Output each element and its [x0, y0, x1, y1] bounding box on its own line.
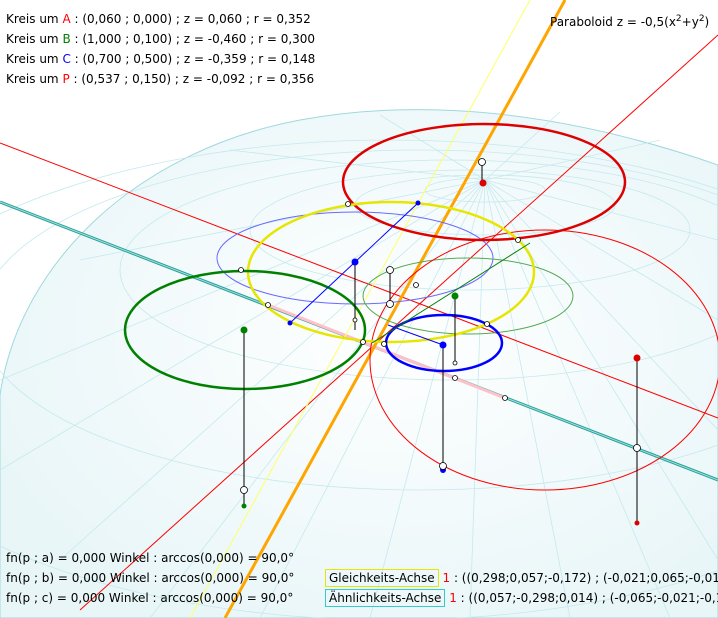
point-red-right	[633, 354, 641, 362]
aehnlichkeits-achse-label: Ähnlichkeits-Achse	[325, 589, 446, 607]
gleichkeits-achse-label: Gleichkeits-Achse	[325, 569, 439, 587]
circle-info-B: Kreis um B : (1,000 ; 0,100) ; z = -0,46…	[6, 32, 315, 46]
point-blue-top	[415, 200, 421, 206]
paraboloid-text-y: +y	[681, 15, 699, 29]
point-label-A: A	[62, 12, 71, 26]
diagram-svg	[0, 0, 718, 618]
point-green-center	[451, 292, 459, 300]
circle-info-A: Kreis um A : (0,060 ; 0,000) ; z = 0,060…	[6, 12, 311, 26]
aehnlichkeits-achse-row: Ähnlichkeits-Achse 1 : ((0,057;-0,298;0,…	[325, 589, 718, 607]
fn-line-b: fn(p ; b) = 0,000 Winkel : arccos(0,000)…	[6, 571, 295, 585]
point-label-P: P	[62, 72, 70, 86]
circle-info-prefix: Kreis um	[6, 12, 63, 26]
paraboloid-surface	[0, 109, 718, 618]
point-P-top	[479, 179, 487, 187]
point-B	[240, 326, 248, 334]
circle-info-C: Kreis um C : (0,700 ; 0,500) ; z = -0,35…	[6, 52, 315, 66]
fn-line-a: fn(p ; a) = 0,000 Winkel : arccos(0,000)…	[6, 551, 295, 565]
paraboloid-close-paren: )	[704, 15, 710, 29]
geometry-canvas: Kreis um A : (0,060 ; 0,000) ; z = 0,060…	[0, 0, 718, 618]
gleichkeits-achse-row: Gleichkeits-Achse 1 : ((0,298;0,057;-0,1…	[325, 569, 718, 587]
point-blue-upper	[351, 258, 359, 266]
circle-info-P: Kreis um P : (0,537 ; 0,150) ; z = -0,09…	[6, 72, 314, 86]
point-blue-left	[287, 320, 293, 326]
circle-info-values: : (0,060 ; 0,000) ; z = 0,060 ; r = 0,35…	[70, 12, 311, 26]
point-red-bottom	[634, 520, 640, 526]
aehnlichkeits-achse-values: : ((0,057;-0,298;0,014) ; (-0,065;-0,021…	[460, 591, 718, 605]
point-label-B: B	[62, 32, 71, 46]
circle-info-values: : (0,700 ; 0,500) ; z = -0,359 ; r = 0,1…	[70, 52, 316, 66]
paraboloid-text: Paraboloid z = -0,5(x	[550, 15, 676, 29]
circle-info-values: : (0,537 ; 0,150) ; z = -0,092 ; r = 0,3…	[69, 72, 315, 86]
circle-info-prefix: Kreis um	[6, 72, 63, 86]
point-label-C: C	[62, 52, 71, 66]
point-C	[439, 341, 447, 349]
point-B-bottom	[241, 503, 247, 509]
paraboloid-formula: Paraboloid z = -0,5(x2+y2)	[550, 12, 709, 29]
fn-line-c: fn(p ; c) = 0,000 Winkel : arccos(0,000)…	[6, 591, 294, 605]
circle-info-prefix: Kreis um	[6, 32, 63, 46]
aehnlichkeits-achse-number: 1	[449, 591, 457, 605]
circle-info-prefix: Kreis um	[6, 52, 63, 66]
gleichkeits-achse-number: 1	[442, 571, 451, 585]
circle-info-values: : (1,000 ; 0,100) ; z = -0,460 ; r = 0,3…	[70, 32, 316, 46]
gleichkeits-achse-values: : ((0,298;0,057;-0,172) ; (-0,021;0,065;…	[450, 571, 718, 585]
